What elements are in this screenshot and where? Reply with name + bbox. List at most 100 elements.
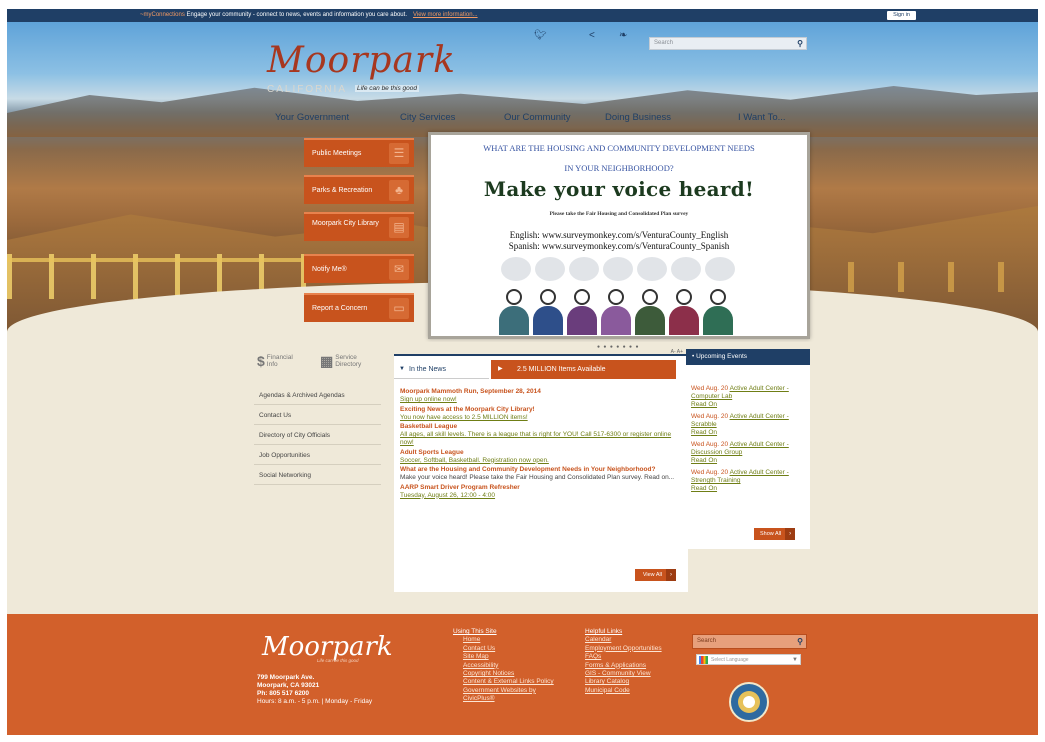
site-frame: ~myConnections Engage your community - c… <box>7 9 1038 735</box>
events-title: Upcoming Events <box>696 353 748 360</box>
news-item-link[interactable]: You now have access to 2.5 MILLION items… <box>400 414 680 422</box>
news-item-title[interactable]: What are the Housing and Community Devel… <box>400 466 680 474</box>
footer-link[interactable]: Government Websites by CivicPlus® <box>447 687 567 704</box>
event-read-on[interactable]: Read On <box>691 401 807 409</box>
translate-select[interactable]: Select Language ▼ <box>696 654 801 665</box>
speech-bubble-icon <box>603 257 633 281</box>
speech-bubble-icon <box>569 257 599 281</box>
people-illustration <box>499 285 749 335</box>
link-directory-officials[interactable]: Directory of City Officials <box>254 426 381 445</box>
nav-our-community[interactable]: Our Community <box>504 112 571 123</box>
footer-col-heading[interactable]: Helpful Links <box>585 628 695 636</box>
footer-link[interactable]: Site Map <box>447 653 567 661</box>
rss-icon[interactable]: ❧ <box>619 30 627 41</box>
footer-link[interactable]: Employment Opportunities <box>585 645 695 653</box>
featured-slide[interactable]: WHAT ARE THE HOUSING AND COMMUNITY DEVEL… <box>428 132 810 339</box>
news-item-title[interactable]: Moorpark Mammoth Run, September 28, 2014 <box>400 388 680 396</box>
footer-address: 799 Moorpark Ave. Moorpark, CA 93021 Ph:… <box>257 674 372 706</box>
news-item-title[interactable]: Basketball League <box>400 423 680 431</box>
phone-number: Ph: 805 517 6200 <box>257 690 310 697</box>
quick-link-parks[interactable]: Parks & Recreation ♣ <box>304 175 414 204</box>
tab-in-the-news[interactable]: ▼ In the News <box>394 360 489 379</box>
person-icon <box>533 289 563 335</box>
logo-state: CALIFORNIA <box>267 84 348 95</box>
footer-link[interactable]: Municipal Code <box>585 687 695 695</box>
search-icon[interactable]: ⚲ <box>797 38 803 49</box>
events-list: Wed Aug. 20 Active Adult Center - Comput… <box>691 385 807 497</box>
footer-search-placeholder: Search <box>697 638 717 644</box>
event-item[interactable]: Wed Aug. 20 Active Adult Center - Streng… <box>691 469 807 493</box>
events-panel: • Upcoming Events Wed Aug. 20 Active Adu… <box>686 349 810 549</box>
footer-link[interactable]: Copyright Notices <box>447 670 567 678</box>
event-read-on[interactable]: Read On <box>691 485 807 493</box>
sign-in-button[interactable]: Sign in <box>887 11 916 20</box>
site-logo[interactable]: Moorpark CALIFORNIA Life can be this goo… <box>267 40 456 95</box>
news-item-title[interactable]: AARP Smart Driver Program Refresher <box>400 484 680 492</box>
chevron-right-icon: › <box>785 528 796 540</box>
footer-helpful-links: Helpful Links Calendar Employment Opport… <box>585 628 695 695</box>
nav-i-want-to[interactable]: I Want To... <box>738 112 786 123</box>
footer-link[interactable]: Accessibility <box>447 662 567 670</box>
slide-line-2: IN YOUR NEIGHBORHOOD? <box>564 163 674 173</box>
news-item-title[interactable]: Adult Sports League <box>400 449 680 457</box>
footer-link[interactable]: GIS - Community View <box>585 670 695 678</box>
service-directory-link[interactable]: ▦ Service Directory <box>320 354 373 368</box>
caret-down-icon: ▼ <box>399 366 405 372</box>
show-all-button[interactable]: Show All › <box>754 528 796 540</box>
tab-library-items[interactable]: ▶ 2.5 MILLION Items Available <box>491 360 676 379</box>
footer-link[interactable]: Library Catalog <box>585 678 695 686</box>
footer-link[interactable]: Forms & Applications <box>585 662 695 670</box>
footer-link[interactable]: Content & External Links Policy <box>447 678 567 686</box>
tab-label: 2.5 MILLION Items Available <box>517 366 606 373</box>
news-item-link[interactable]: Tuesday, August 26, 12:00 - 4:00 <box>400 492 680 500</box>
text-size-control[interactable]: A- A+ <box>671 349 683 355</box>
share-icon[interactable]: < <box>589 30 595 41</box>
link-social-networking[interactable]: Social Networking <box>254 466 381 485</box>
footer-link[interactable]: Home <box>447 636 567 644</box>
event-item[interactable]: Wed Aug. 20 Active Adult Center - Discus… <box>691 441 807 465</box>
quick-link-report-concern[interactable]: Report a Concern ▭ <box>304 293 414 322</box>
search-icon[interactable]: ⚲ <box>797 635 803 648</box>
event-item[interactable]: Wed Aug. 20 Active Adult Center - Scrabb… <box>691 413 807 437</box>
news-item-link[interactable]: Soccer, Softball, Basketball. Registrati… <box>400 457 680 465</box>
link-contact-us[interactable]: Contact Us <box>254 406 381 425</box>
link-agendas[interactable]: Agendas & Archived Agendas <box>254 386 381 405</box>
footer-search-input[interactable]: Search ⚲ <box>692 634 807 649</box>
quick-link-library[interactable]: Moorpark City Library ▤ <box>304 212 414 241</box>
footer-link[interactable]: FAQs <box>585 653 695 661</box>
quick-link-public-meetings[interactable]: Public Meetings ☰ <box>304 138 414 167</box>
footer-col-heading[interactable]: Using This Site <box>447 628 567 636</box>
view-more-link[interactable]: View more information... <box>413 12 478 18</box>
footer-link[interactable]: Calendar <box>585 636 695 644</box>
news-item-title[interactable]: Exciting News at the Moorpark City Libra… <box>400 406 680 414</box>
twitter-icon[interactable]: 🐦︎ <box>534 30 547 41</box>
speech-bubble-icon <box>671 257 701 281</box>
person-icon <box>567 289 597 335</box>
city-seal-icon <box>729 682 769 722</box>
news-item-link[interactable]: All ages, all skill levels. There is a l… <box>400 431 680 447</box>
chevron-down-icon: ▼ <box>792 657 798 663</box>
nav-doing-business[interactable]: Doing Business <box>605 112 671 123</box>
event-item[interactable]: Wed Aug. 20 Active Adult Center - Comput… <box>691 385 807 409</box>
financial-info-link[interactable]: $ Financial Info <box>257 354 295 368</box>
event-read-on[interactable]: Read On <box>691 457 807 465</box>
nav-your-government[interactable]: Your Government <box>275 112 349 123</box>
slide-pager[interactable]: ● ● ● ● ● ● ● <box>597 344 639 350</box>
slide-survey-note: Please take the Fair Housing and Consoli… <box>549 211 689 217</box>
nav-city-services[interactable]: City Services <box>400 112 455 123</box>
event-date: Wed Aug. 20 <box>691 413 729 420</box>
logo-tagline: Life can be this good <box>355 85 419 92</box>
link-job-opportunities[interactable]: Job Opportunities <box>254 446 381 465</box>
caret-right-icon: ▶ <box>498 366 503 372</box>
footer-link[interactable]: Contact Us <box>447 645 567 653</box>
view-all-button[interactable]: View All › <box>634 569 676 581</box>
alert-text: Engage your community - connect to news,… <box>184 12 407 18</box>
event-read-on[interactable]: Read On <box>691 429 807 437</box>
footer-logo-tagline: Life can be this good <box>317 658 359 663</box>
header-search-input[interactable]: Search ⚲ <box>649 37 807 50</box>
news-item-link[interactable]: Sign up online now! <box>400 396 680 404</box>
quick-link-notify-me[interactable]: Notify Me® ✉ <box>304 254 414 283</box>
slide-spanish-url: Spanish: www.surveymonkey.com/s/VenturaC… <box>508 241 730 251</box>
address-line-2: Moorpark, CA 93021 <box>257 682 320 689</box>
speech-bubbles-illustration <box>501 257 741 287</box>
